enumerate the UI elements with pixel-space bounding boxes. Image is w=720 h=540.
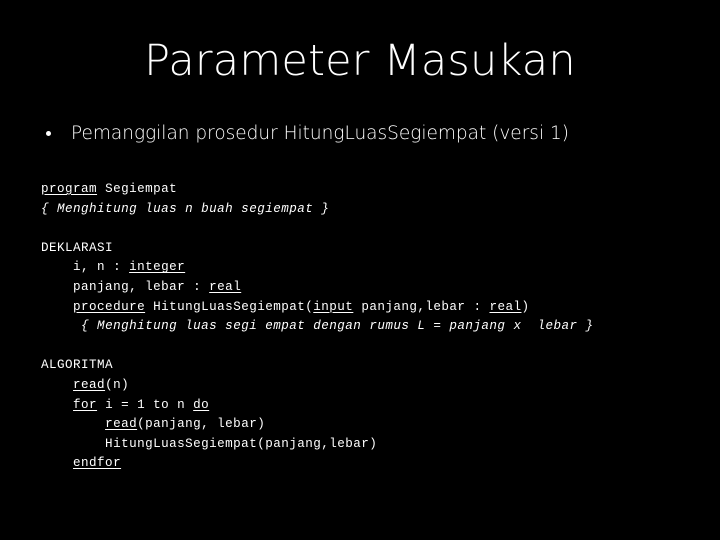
code-keyword: read — [105, 417, 138, 432]
code-text: panjang, lebar : — [41, 279, 210, 294]
code-text: DEKLARASI — [41, 240, 114, 255]
bullet-dot-icon — [46, 131, 51, 136]
code-keyword: program — [41, 182, 98, 196]
code-text: ALGORITMA — [41, 358, 114, 373]
code-line: panjang, lebar : real — [41, 278, 594, 298]
code-text: i, n : — [41, 260, 130, 275]
code-line: DEKLARASI — [41, 239, 594, 259]
code-line: ALGORITMA — [41, 356, 594, 376]
code-text: HitungLuasSegiempat( — [145, 299, 314, 314]
code-line: read(panjang, lebar) — [41, 415, 594, 435]
code-line: i, n : integer — [41, 258, 594, 278]
code-text: panjang,lebar : — [353, 299, 490, 314]
list-item-label: Pemanggilan prosedur HitungLuasSegiempat… — [71, 123, 569, 144]
code-line: program Segiempat — [41, 180, 594, 200]
code-keyword: real — [489, 299, 522, 314]
code-text: (n) — [105, 377, 130, 392]
code-keyword: endfor — [73, 456, 122, 471]
code-line: for i = 1 to n do — [41, 396, 594, 416]
slide-canvas: Parameter Masukan Pemanggilan prosedur H… — [0, 0, 720, 540]
code-keyword: real — [209, 279, 242, 294]
code-comment: { Menghitung luas segi empat dengan rumu… — [81, 319, 594, 334]
list-item: Pemanggilan prosedur HitungLuasSegiempat… — [40, 122, 680, 146]
code-keyword: do — [193, 397, 210, 412]
code-line: read(n) — [41, 376, 594, 396]
code-text: i = 1 to n — [97, 397, 194, 412]
code-line: endfor — [41, 454, 594, 474]
code-text: HitungLuasSegiempat(panjang,lebar) — [41, 436, 378, 451]
code-keyword: procedure — [73, 299, 146, 314]
code-keyword: read — [73, 377, 106, 392]
code-keyword: integer — [129, 260, 186, 275]
code-text: (panjang, lebar) — [137, 417, 266, 432]
code-text: ) — [521, 299, 530, 314]
code-line: HitungLuasSegiempat(panjang,lebar) — [41, 435, 594, 455]
code-line: procedure HitungLuasSegiempat(input panj… — [41, 298, 594, 318]
code-keyword: input — [313, 299, 354, 314]
page-title: Parameter Masukan — [144, 36, 576, 86]
code-line: { Menghitung luas n buah segiempat } — [41, 200, 594, 220]
code-comment: { Menghitung luas n buah segiempat } — [41, 201, 330, 216]
bullet-list: Pemanggilan prosedur HitungLuasSegiempat… — [40, 122, 680, 146]
code-keyword: for — [73, 397, 98, 412]
code-block: program Segiempat{ Menghitung luas n bua… — [41, 180, 594, 474]
code-text: Segiempat — [97, 182, 178, 196]
code-line: { Menghitung luas segi empat dengan rumu… — [41, 317, 594, 337]
